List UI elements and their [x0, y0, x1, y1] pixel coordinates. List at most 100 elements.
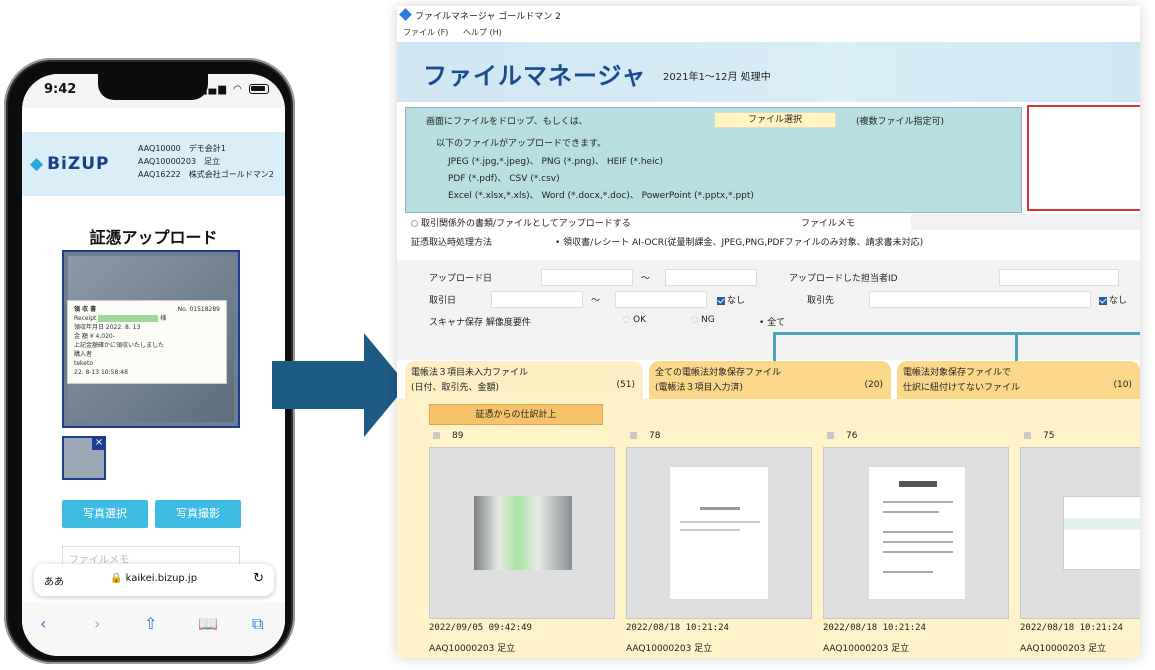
no-partner-checkbox[interactable]: なし: [1099, 293, 1127, 306]
forward-icon[interactable]: ›: [94, 614, 100, 633]
bookmarks-icon[interactable]: 📖: [198, 614, 218, 633]
app-banner: ファイルマネージャ 2021年1〜12月 処理中: [397, 42, 1140, 102]
checkbox-checked-icon[interactable]: [1099, 296, 1107, 305]
url-text: 🔒 kaikei.bizup.jp: [110, 573, 198, 584]
scanner-ok-radio[interactable]: OK: [623, 315, 646, 325]
account-item[interactable]: AAQ10000203 足立: [138, 155, 274, 168]
composite-figure: 9:42 ▂▄▆ ◠ ◆ BiZUP AAQ10000 デモ会計1 AAQ1000…: [0, 0, 1155, 670]
logo-text: BiZUP: [47, 154, 110, 174]
uploader-id-label: アップロードした担当者ID: [789, 274, 898, 284]
invoice-thumbnail: [1063, 496, 1140, 570]
select-checkbox[interactable]: [1024, 432, 1031, 439]
scanner-ng-radio[interactable]: NG: [691, 315, 715, 325]
file-upload-date: 2022/08/18 10:21:24: [626, 623, 729, 633]
scanner-requirement-label: スキャナ保存 解像度要件: [429, 318, 531, 328]
tab-unlinked-files[interactable]: 電帳法対象保存ファイルで 仕訳に紐付けてないファイル (10): [897, 361, 1140, 399]
browser-toolbar: ‹ › ⇧ 📖 ⧉: [22, 602, 285, 656]
receipt-photo-preview[interactable]: 領 収 書 No. 01518289 Receipt 様 領収年月日 2022.…: [62, 250, 240, 428]
no-date-checkbox[interactable]: なし: [717, 293, 745, 306]
file-drop-zone[interactable]: 画面にファイルをドロップ、もしくは、 ファイル選択 (複数ファイル指定可) 以下…: [405, 107, 1022, 213]
upload-date-from-input[interactable]: [541, 269, 633, 286]
partner-label: 取引先: [807, 296, 835, 306]
remove-thumbnail-icon[interactable]: ×: [92, 436, 106, 450]
create-journal-button[interactable]: 証憑からの仕訳計上: [429, 404, 603, 425]
file-uploader: AAQ10000203 足立: [1020, 644, 1107, 654]
phone-notch: [98, 74, 208, 100]
status-icons: ▂▄▆ ◠: [199, 84, 269, 95]
receipt-paper: 領 収 書 No. 01518289 Receipt 様 領収年月日 2022.…: [67, 300, 227, 384]
fiscal-period: 2021年1〜12月 処理中: [663, 72, 771, 83]
tab-label: 全ての電帳法対象保存ファイル: [655, 368, 782, 378]
share-icon[interactable]: ⇧: [144, 614, 157, 633]
select-checkbox[interactable]: [433, 432, 440, 439]
uploader-id-input[interactable]: [999, 269, 1119, 286]
file-number: 89: [452, 431, 464, 441]
file-thumbnail[interactable]: [823, 447, 1009, 619]
tab-sublabel: (日付、取引先、金額): [411, 383, 500, 393]
file-select-button[interactable]: ファイル選択: [714, 112, 836, 128]
tab-unentered-files[interactable]: 電帳法３項目未入力ファイル (日付、取引先、金額) (51): [405, 361, 643, 399]
checkbox-checked-icon[interactable]: [717, 296, 725, 305]
file-list-pane: 証憑からの仕訳計上 89 2022/09/05 09:42:49 AAQ1000…: [397, 399, 1140, 658]
select-photo-button[interactable]: 写真選択: [62, 500, 148, 528]
account-item[interactable]: AAQ16222 株式会社ゴールドマン2: [138, 168, 274, 181]
file-upload-date: 2022/08/18 10:21:24: [823, 623, 926, 633]
non-transaction-option[interactable]: 取引関係外の書類/ファイルとしてアップロードする: [411, 216, 631, 229]
file-types-images: JPEG (*.jpg,*.jpeg)、 PNG (*.png)、 HEIF (…: [448, 157, 664, 167]
receipt-amount: 金 額 ¥ 4,020-: [74, 333, 115, 340]
receipt-sub: Receipt: [74, 315, 97, 322]
scanner-all-radio[interactable]: • 全て: [759, 315, 785, 328]
text-size-button[interactable]: ああ: [44, 573, 64, 588]
tab-count: (51): [616, 380, 635, 390]
file-memo-field[interactable]: [911, 214, 1140, 230]
tab-all-saved-files[interactable]: 全ての電帳法対象保存ファイル (電帳法３項目入力済) (20): [649, 361, 891, 399]
app-icon: [399, 8, 412, 21]
transaction-date-to-input[interactable]: [615, 291, 707, 308]
select-checkbox[interactable]: [630, 432, 637, 439]
file-thumbnail[interactable]: [429, 447, 615, 619]
non-transaction-label: 取引関係外の書類/ファイルとしてアップロードする: [421, 219, 631, 229]
radio-icon[interactable]: [411, 220, 418, 227]
menu-file[interactable]: ファイル (F): [403, 28, 448, 37]
receipt-photo-thumbnail: [474, 496, 572, 570]
photo-thumbnail[interactable]: ×: [62, 436, 106, 480]
menu-help[interactable]: ヘルプ (H): [463, 28, 502, 37]
file-card-header: 78: [630, 431, 660, 441]
file-number: 75: [1043, 431, 1055, 441]
tab-count: (10): [1113, 380, 1132, 390]
file-thumbnail[interactable]: [626, 447, 812, 619]
radio-icon[interactable]: [691, 316, 698, 323]
register-receipt-thumbnail: [868, 466, 966, 600]
bizup-logo: ◆ BiZUP: [30, 154, 109, 174]
file-card-header: 75: [1024, 431, 1054, 441]
file-number: 76: [846, 431, 858, 441]
radio-icon[interactable]: [623, 316, 630, 323]
upload-date-to-input[interactable]: [665, 269, 757, 286]
window-titlebar: ファイルマネージャ ゴールドマン 2: [397, 6, 1140, 24]
file-uploader: AAQ10000203 足立: [626, 644, 713, 654]
partner-input[interactable]: [869, 291, 1091, 308]
phone-screen: 9:42 ▂▄▆ ◠ ◆ BiZUP AAQ10000 デモ会計1 AAQ1000…: [22, 74, 285, 656]
ok-label: OK: [633, 315, 646, 325]
upload-preview-box: [1027, 105, 1140, 211]
file-thumbnail[interactable]: [1020, 447, 1140, 619]
multi-file-note: (複数ファイル指定可): [856, 117, 945, 127]
tab-connector-lines: [773, 332, 1140, 363]
processing-method-label: 証憑取込時処理方法: [411, 238, 493, 248]
transaction-date-label: 取引日: [429, 296, 457, 306]
select-checkbox[interactable]: [827, 432, 834, 439]
file-types-pdf-csv: PDF (*.pdf)、 CSV (*.csv): [448, 174, 560, 184]
ng-label: NG: [701, 315, 715, 325]
processing-method-option[interactable]: • 領収書/レシート AI-OCR(従量制課金、JPEG,PNG,PDFファイル…: [555, 235, 923, 248]
account-item[interactable]: AAQ10000 デモ会計1: [138, 142, 274, 155]
file-upload-date: 2022/08/18 10:21:24: [1020, 623, 1123, 633]
take-photo-button[interactable]: 写真撮影: [155, 500, 241, 528]
browser-url-bar[interactable]: ああ 🔒 kaikei.bizup.jp ↻: [34, 564, 274, 596]
tab-count: (20): [864, 380, 883, 390]
transaction-date-from-input[interactable]: [491, 291, 583, 308]
back-icon[interactable]: ‹: [40, 614, 46, 633]
tab-connector: [1015, 335, 1018, 363]
tabs-icon[interactable]: ⧉: [252, 614, 263, 634]
account-list: AAQ10000 デモ会計1 AAQ10000203 足立 AAQ16222 株…: [138, 142, 274, 181]
reload-icon[interactable]: ↻: [253, 571, 264, 586]
